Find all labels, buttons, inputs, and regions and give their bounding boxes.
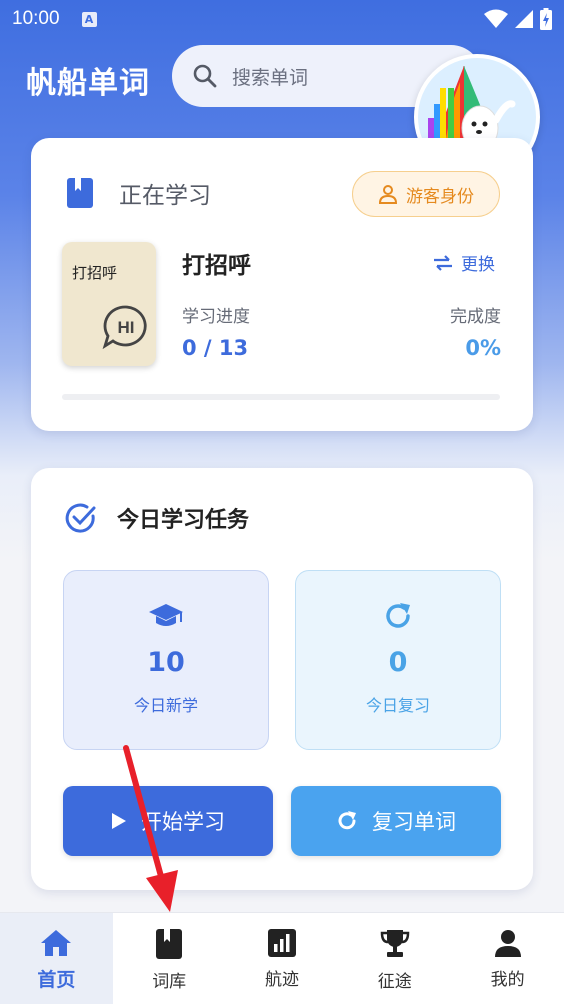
guest-badge-label: 游客身份	[406, 186, 474, 207]
status-icons	[484, 8, 552, 30]
battery-icon	[540, 8, 552, 30]
progress-label: 学习进度	[182, 307, 250, 327]
switch-book-button[interactable]: 更换	[433, 250, 495, 275]
user-outline-icon	[378, 185, 398, 204]
bar-chart-icon	[267, 929, 296, 957]
nav-item-library[interactable]: 词库	[113, 913, 226, 1004]
nav-label-me: 我的	[490, 970, 525, 990]
hi-badge-text: HI	[118, 318, 135, 337]
review-words-count: 0	[388, 647, 408, 678]
nav-item-me[interactable]: 我的	[451, 913, 564, 1004]
new-words-label: 今日新学	[133, 696, 198, 715]
progress-bar	[62, 394, 500, 400]
book-name: 打招呼	[182, 253, 251, 279]
study-heading-text: 正在学习	[119, 183, 211, 209]
review-words-button[interactable]: 复习单词	[291, 786, 501, 856]
notification-icon: A	[81, 11, 97, 27]
trophy-icon	[380, 930, 410, 957]
book-icon	[67, 178, 93, 208]
completion-label: 完成度	[450, 307, 501, 327]
book-cover[interactable]: 打招呼 HI	[62, 242, 156, 366]
start-learning-label: 开始学习	[141, 810, 225, 834]
review-words-label: 今日复习	[365, 696, 430, 715]
nav-label-track: 航迹	[264, 970, 299, 990]
search-placeholder: 搜索单词	[232, 66, 309, 89]
hi-speech-bubble-icon: HI	[102, 305, 147, 350]
bottom-nav: 首页 词库 航迹 征途 我的	[0, 912, 564, 1004]
switch-label: 更换	[461, 255, 495, 275]
play-icon	[112, 813, 126, 829]
daily-task-card: 今日学习任务 10 今日新学 0 今日复习 开始学习 复习单词	[31, 468, 533, 890]
book-icon	[156, 929, 183, 959]
start-learning-button[interactable]: 开始学习	[63, 786, 273, 856]
study-heading: 正在学习	[67, 176, 211, 210]
wifi-icon	[484, 9, 508, 28]
check-circle-icon	[65, 503, 96, 533]
nav-label-library: 词库	[152, 972, 187, 992]
completion-value: 0%	[465, 336, 501, 360]
graduation-cap-icon	[149, 604, 183, 626]
nav-label-journey: 征途	[377, 972, 412, 992]
current-study-card: 正在学习 游客身份 打招呼 HI 打招呼 更换 学习进度 0 / 13 完成度 …	[31, 138, 533, 431]
status-time: 10:00	[12, 8, 60, 29]
person-icon	[494, 930, 521, 957]
refresh-icon	[386, 603, 410, 628]
new-words-stat[interactable]: 10 今日新学	[63, 570, 269, 750]
task-heading-text: 今日学习任务	[117, 508, 250, 533]
book-cover-title: 打招呼	[72, 264, 118, 282]
search-icon	[193, 64, 217, 88]
signal-icon	[515, 10, 533, 28]
progress-value: 0 / 13	[182, 336, 249, 360]
review-words-label: 复习单词	[372, 810, 456, 834]
nav-label-home: 首页	[37, 969, 76, 991]
nav-item-track[interactable]: 航迹	[226, 913, 339, 1004]
task-heading: 今日学习任务	[65, 502, 249, 534]
new-words-count: 10	[147, 647, 185, 678]
refresh-icon	[338, 811, 356, 830]
review-words-stat[interactable]: 0 今日复习	[295, 570, 501, 750]
nav-item-home[interactable]: 首页	[0, 913, 113, 1004]
status-bar: 10:00 A	[0, 0, 564, 38]
home-icon	[41, 930, 72, 956]
nav-item-journey[interactable]: 征途	[338, 913, 451, 1004]
app-title: 帆船单词	[26, 66, 150, 101]
swap-icon	[434, 254, 452, 271]
guest-badge[interactable]: 游客身份	[352, 171, 500, 217]
